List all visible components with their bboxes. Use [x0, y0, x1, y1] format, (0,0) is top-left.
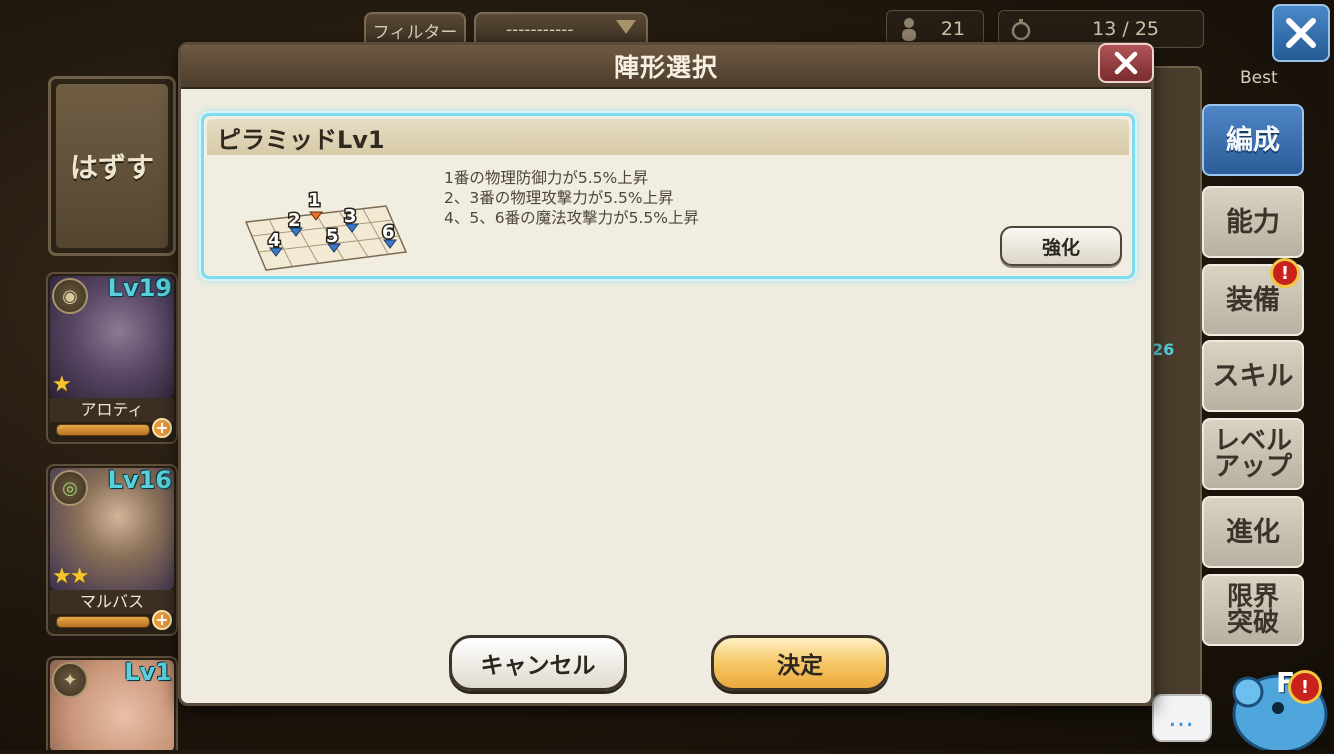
upgrade-button[interactable]: 強化	[1000, 226, 1122, 266]
unequip-button[interactable]: はずす	[48, 76, 176, 256]
formation-header: ピラミッドLv1	[207, 119, 1129, 155]
plus-icon[interactable]: +	[152, 610, 172, 630]
slot-number-label: 4	[268, 230, 281, 251]
effect-line: 2、3番の物理攻撃力が5.5%上昇	[444, 189, 674, 207]
alert-icon: !	[1270, 258, 1300, 288]
dialog-close-button[interactable]	[1098, 43, 1154, 83]
exp-bar	[56, 424, 150, 436]
person-icon	[895, 15, 923, 43]
background-level-fragment: 26	[1152, 340, 1175, 359]
upgrade-label: 強化	[1041, 236, 1080, 259]
best-label: Best	[1240, 68, 1278, 88]
formation-option-card[interactable]: ピラミッドLv1 1 2 3 4 5 6 1番の物理防御力が5.5%上昇 2、3…	[201, 113, 1135, 279]
sort-value: -----------	[506, 20, 574, 40]
character-level: Lv19	[107, 274, 172, 302]
menu-skill[interactable]: スキル	[1202, 340, 1304, 412]
close-icon	[1114, 51, 1138, 75]
slot-number-label: 3	[344, 206, 357, 227]
capacity-icon	[1007, 15, 1035, 43]
mascot-button[interactable]: F !	[1218, 652, 1334, 754]
unequip-label: はずす	[69, 151, 154, 184]
close-screen-button[interactable]	[1272, 4, 1330, 62]
capacity-value: 13 / 25	[1092, 18, 1159, 40]
menu-label: スキル	[1212, 360, 1294, 392]
slot-number-label: 5	[326, 226, 339, 247]
menu-limit-break[interactable]: 限界 突破	[1202, 574, 1304, 646]
confirm-label: 決定	[777, 653, 823, 679]
character-card[interactable]: ◎ Lv16 ★★ マルバス +	[46, 464, 178, 636]
dialog-header: 陣形選択	[181, 45, 1151, 89]
menu-label: 限界 突破	[1226, 582, 1279, 638]
effect-line: 1番の物理防御力が5.5%上昇	[444, 169, 649, 187]
menu-label: レベル アップ	[1213, 426, 1292, 482]
rarity-stars: ★	[52, 372, 72, 397]
character-card[interactable]: ◉ Lv19 ★ アロティ +	[46, 272, 178, 444]
slot-number-label: 1	[308, 190, 321, 211]
menu-label: 装備	[1226, 284, 1280, 316]
unit-count-value: 21	[940, 18, 965, 40]
effect-line: 4、5、6番の魔法攻撃力が5.5%上昇	[444, 209, 699, 227]
cancel-button[interactable]: キャンセル	[449, 635, 627, 691]
menu-level-up[interactable]: レベル アップ	[1202, 418, 1304, 490]
rarity-stars: ★★	[52, 564, 89, 589]
dialog-title: 陣形選択	[613, 53, 718, 82]
element-icon: ◎	[52, 470, 88, 506]
close-icon	[1286, 18, 1316, 48]
character-card[interactable]: ✦ Lv1	[46, 656, 178, 750]
chevron-down-icon	[616, 20, 636, 34]
element-icon: ✦	[52, 662, 88, 698]
filter-label: フィルター	[372, 22, 458, 43]
confirm-button[interactable]: 決定	[711, 635, 889, 691]
element-icon: ◉	[52, 278, 88, 314]
character-level: Lv16	[107, 466, 172, 494]
menu-label: 進化	[1226, 516, 1280, 548]
character-level: Lv1	[124, 658, 172, 686]
chat-button[interactable]: …	[1152, 694, 1212, 742]
menu-stats[interactable]: 能力	[1202, 186, 1304, 258]
cancel-label: キャンセル	[480, 653, 596, 679]
formation-grid-icon: 1 2 3 4 5 6	[244, 189, 408, 271]
menu-evolve[interactable]: 進化	[1202, 496, 1304, 568]
exp-bar	[56, 616, 150, 628]
chat-icon: …	[1168, 703, 1196, 733]
alert-icon: !	[1288, 670, 1322, 704]
menu-formation[interactable]: 編成	[1202, 104, 1304, 176]
slot-number-label: 6	[382, 222, 395, 243]
formation-effects: 1番の物理防御力が5.5%上昇 2、3番の物理攻撃力が5.5%上昇 4、5、6番…	[444, 168, 699, 228]
menu-label: 編成	[1226, 124, 1280, 156]
menu-label: 能力	[1226, 206, 1280, 238]
formation-name: ピラミッドLv1	[217, 125, 385, 154]
plus-icon[interactable]: +	[152, 418, 172, 438]
formation-select-dialog: 陣形選択 ピラミッドLv1 1 2 3 4 5 6 1番の物理防御力が5.5%上…	[178, 42, 1154, 706]
slot-number-label: 2	[288, 210, 301, 231]
